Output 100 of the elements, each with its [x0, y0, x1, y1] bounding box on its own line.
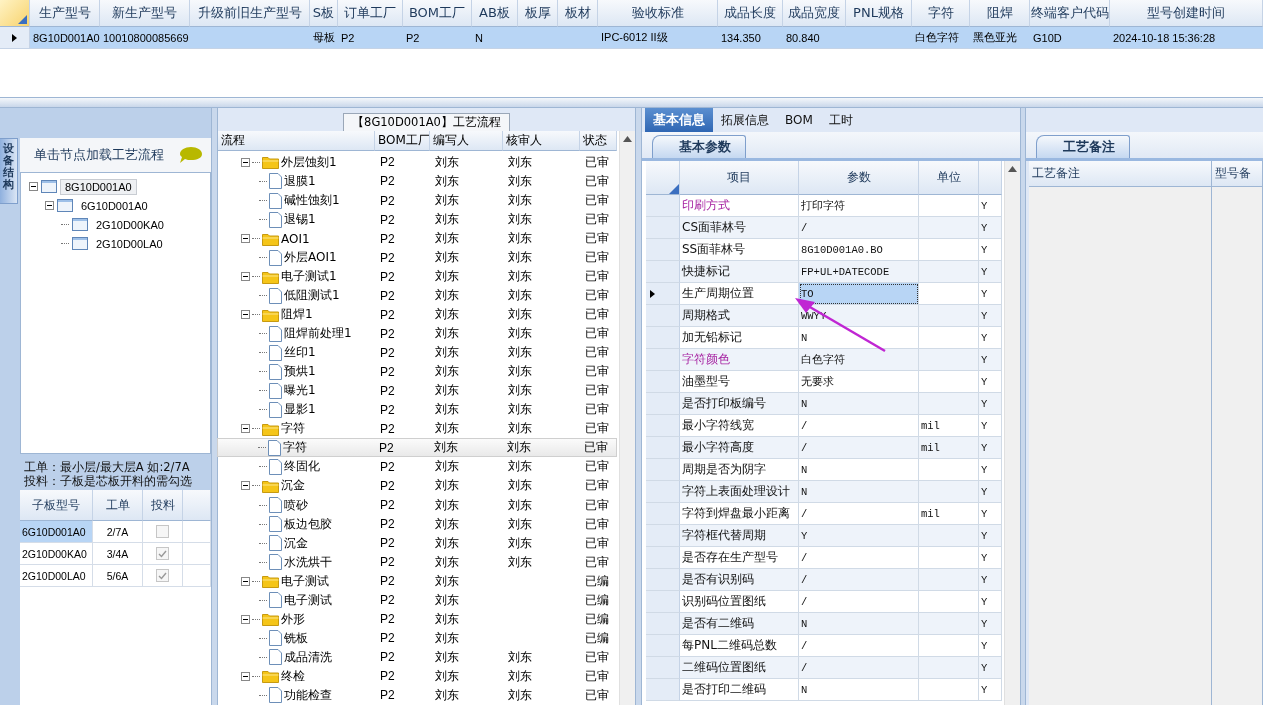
tree-node[interactable]: 成品清洗 [284, 648, 332, 666]
column-header[interactable]: 订单工厂 [338, 0, 403, 27]
table-cell[interactable]: N [799, 679, 919, 701]
tree-node[interactable]: 电子测试 [284, 591, 332, 609]
column-header[interactable]: 板材 [558, 0, 598, 27]
table-cell[interactable]: / [799, 591, 919, 613]
selected-row[interactable]: 字符 P2 刘东 刘东 已审 [217, 438, 617, 458]
tree-node[interactable]: 碱性蚀刻1 [284, 192, 340, 209]
table-cell[interactable]: N [799, 459, 919, 481]
column-header[interactable]: BOM工厂 [375, 131, 430, 151]
table-cell[interactable]: N [799, 481, 919, 503]
tree-node[interactable]: 终检 [281, 667, 305, 685]
column-header[interactable]: 型号备 [1212, 161, 1263, 187]
column-header[interactable]: AB板 [472, 0, 518, 27]
column-header[interactable]: 参数 [799, 161, 919, 195]
table-cell[interactable]: FP+UL+DATECODE [799, 261, 919, 283]
tree-node[interactable]: 退锡1 [284, 211, 316, 229]
tree-node[interactable]: 6G10D001A0 [76, 197, 153, 214]
tree-node[interactable]: 阻焊1 [281, 306, 313, 324]
table-cell[interactable]: / [799, 503, 919, 525]
column-header[interactable]: 升级前旧生产型号 [190, 0, 310, 27]
tree-node[interactable]: 曝光1 [284, 382, 316, 400]
tree-node[interactable]: 功能检查 [284, 686, 332, 704]
table-cell[interactable]: / [799, 547, 919, 569]
column-header[interactable]: 投料 [143, 490, 183, 521]
table-cell[interactable]: N [799, 393, 919, 415]
collapse-icon[interactable] [241, 310, 250, 320]
table-cell[interactable]: 无要求 [799, 371, 919, 393]
tree-node[interactable]: 预烘1 [284, 363, 316, 381]
tree-node[interactable]: 8G10D001A0 [60, 178, 137, 195]
column-header[interactable]: 编写人 [430, 131, 503, 151]
column-header[interactable]: 核审人 [503, 131, 580, 151]
column-header[interactable]: 成品宽度 [783, 0, 846, 27]
column-header[interactable]: 状态 [580, 131, 617, 151]
table-cell[interactable]: / [799, 415, 919, 437]
collapse-icon[interactable] [241, 671, 250, 681]
scroll-up-icon[interactable] [1008, 166, 1017, 172]
tree-node[interactable]: 板边包胶 [284, 515, 332, 533]
table-cell[interactable]: 打印字符 [799, 195, 919, 217]
tree-node[interactable]: 退膜1 [284, 173, 316, 190]
column-header[interactable]: 工单 [93, 490, 143, 521]
tree-node[interactable]: 字符 [283, 439, 307, 457]
tree-node[interactable]: 丝印1 [284, 344, 316, 362]
tree-node[interactable]: 字符 [281, 420, 305, 438]
tab[interactable]: 工时 [820, 108, 861, 132]
collapse-icon[interactable] [241, 481, 250, 491]
column-header[interactable]: 字符 [912, 0, 970, 27]
checkbox[interactable] [156, 569, 169, 582]
collapse-icon[interactable] [241, 614, 250, 624]
collapse-icon[interactable] [29, 182, 38, 191]
tree-node[interactable]: 2G10D00LA0 [91, 235, 168, 252]
tree-node[interactable]: 水洗烘干 [284, 553, 332, 571]
side-tab[interactable]: 设备结构 [0, 138, 18, 204]
column-header[interactable]: S板 [310, 0, 338, 27]
tree-node[interactable]: AOI1 [281, 231, 310, 246]
row-header[interactable] [646, 283, 680, 305]
table-cell[interactable]: 8G10D001A0.BO [799, 239, 919, 261]
table-cell[interactable]: 6G10D001A0 [20, 521, 93, 543]
column-header[interactable]: 工艺备注 [1029, 161, 1212, 187]
tree-node[interactable]: 阻焊前处理1 [284, 325, 352, 343]
tree-node[interactable]: 喷砂 [284, 496, 308, 514]
column-header[interactable]: 型号创建时间 [1110, 0, 1263, 27]
table-cell[interactable]: N [799, 327, 919, 349]
tab[interactable]: 基本参数 [652, 135, 746, 158]
tree-node[interactable]: 沉金 [284, 534, 308, 552]
tree-node[interactable]: 电子测试1 [281, 268, 337, 286]
column-header[interactable]: 终端客户代码 [1030, 0, 1110, 27]
tab[interactable]: 基本信息 [645, 108, 713, 132]
column-header[interactable]: 成品长度 [718, 0, 783, 27]
checkbox[interactable] [156, 547, 169, 560]
column-header[interactable]: 板厚 [518, 0, 558, 27]
collapse-icon[interactable] [241, 424, 250, 434]
collapse-icon[interactable] [45, 201, 54, 210]
tree-node[interactable]: 低阻测试1 [284, 287, 340, 305]
column-header[interactable]: 单位 [919, 161, 979, 195]
table-cell[interactable]: 2G10D00KA0 [20, 543, 93, 565]
table-cell[interactable]: 白色字符 [799, 349, 919, 371]
column-header[interactable]: 生产型号 [30, 0, 100, 27]
tab[interactable]: 拓展信息 [713, 108, 777, 132]
scrollbar[interactable] [1004, 161, 1020, 705]
table-cell[interactable]: N [799, 613, 919, 635]
column-header[interactable]: 子板型号 [20, 490, 93, 521]
tree-node[interactable]: 终固化 [284, 458, 320, 476]
tree-node[interactable]: 2G10D00KA0 [91, 216, 169, 233]
table-cell[interactable]: 2G10D00LA0 [20, 565, 93, 587]
table-cell[interactable]: / [799, 217, 919, 239]
column-header[interactable]: 项目 [680, 161, 799, 195]
tree-node[interactable]: 铣板 [284, 629, 308, 647]
tree-node[interactable]: 外层AOI1 [284, 249, 337, 267]
scrollbar[interactable] [619, 131, 635, 705]
column-header[interactable]: 流程 [218, 131, 375, 151]
collapse-icon[interactable] [241, 157, 250, 167]
column-header[interactable]: BOM工厂 [403, 0, 472, 27]
column-header[interactable]: PNL规格 [846, 0, 912, 27]
tab[interactable]: BOM [777, 108, 821, 132]
table-cell[interactable]: / [799, 569, 919, 591]
tree-node[interactable]: 沉金 [281, 477, 305, 495]
tree-node[interactable]: 外形 [281, 610, 305, 628]
table-cell[interactable]: / [799, 635, 919, 657]
column-header[interactable]: 新生产型号 [100, 0, 190, 27]
